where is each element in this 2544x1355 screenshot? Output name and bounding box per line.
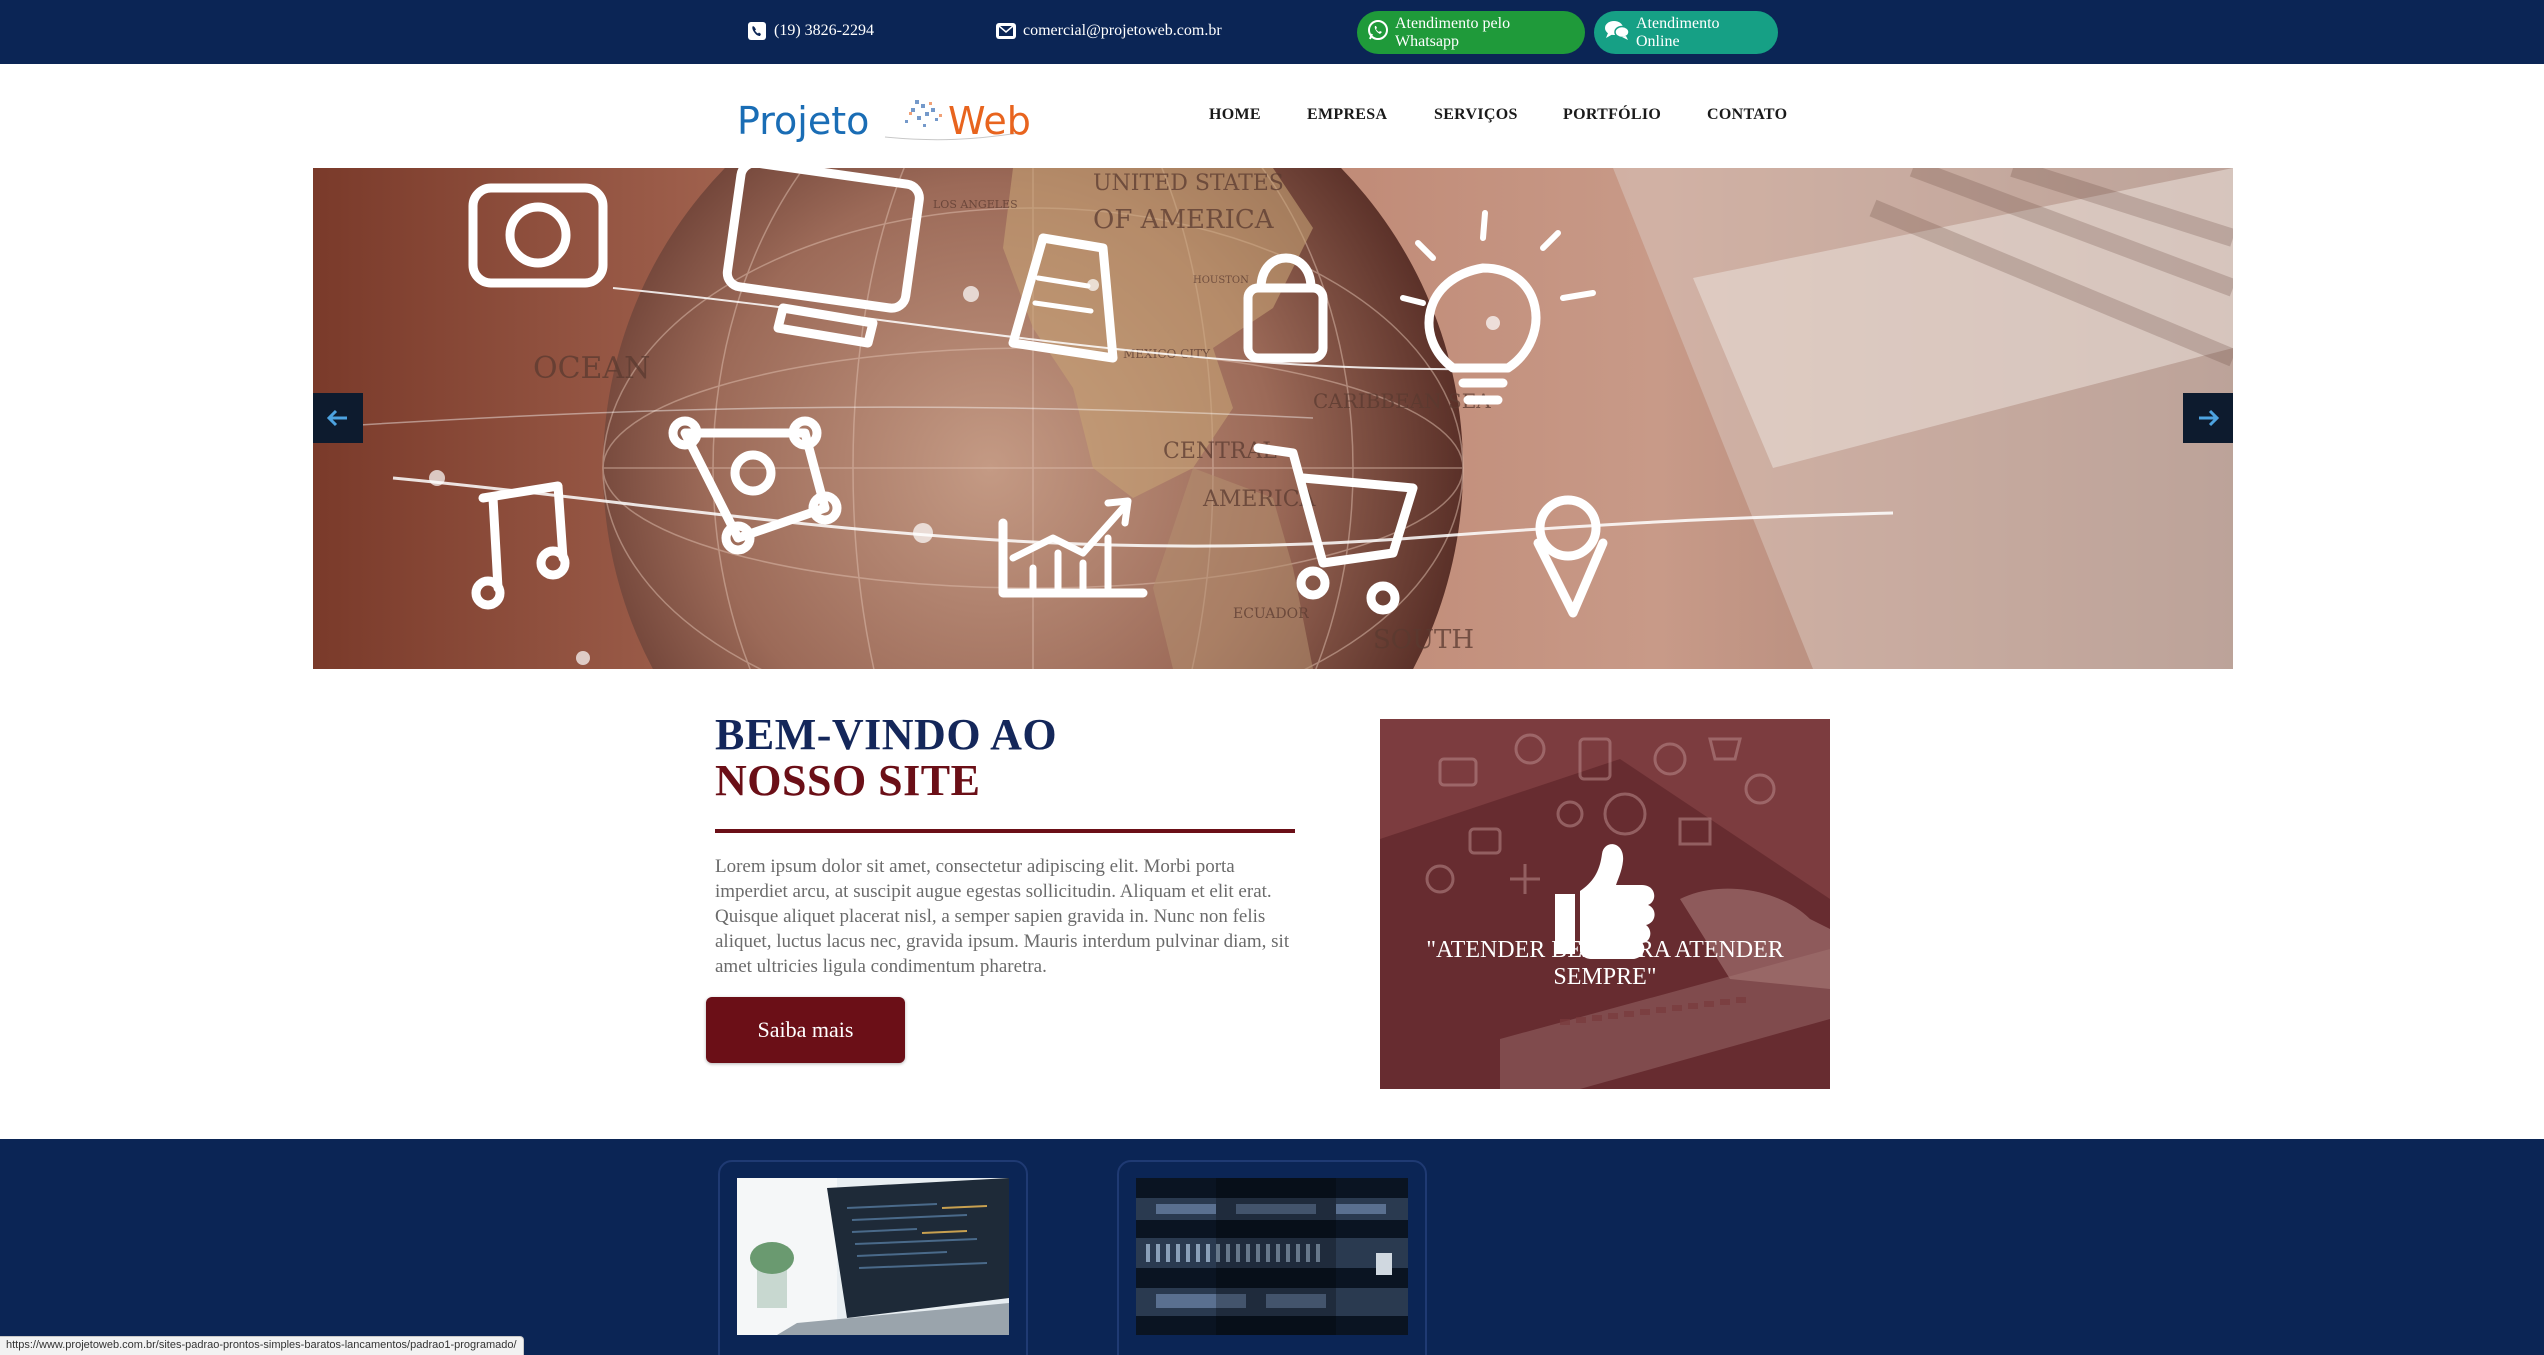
svg-text:Web: Web [948,99,1031,143]
whatsapp-button[interactable]: Atendimento pelo Whatsapp [1357,11,1585,54]
svg-text:UNITED STATES: UNITED STATES [1093,171,1284,196]
projetoweb-logo[interactable]: Projeto Web [735,82,1060,152]
svg-text:SOUTH: SOUTH [1373,625,1474,655]
svg-text:LOS ANGELES: LOS ANGELES [933,198,1018,211]
welcome-body-text: Lorem ipsum dolor sit amet, consectetur … [715,856,1290,977]
arrow-left-icon [327,409,347,427]
nav-contato[interactable]: CONTATO [1707,106,1787,124]
browser-status-bar: https://www.projetoweb.com.br/sites-padr… [0,1336,524,1355]
service-card-1-image [737,1178,1009,1335]
service-card-2[interactable] [1117,1160,1427,1355]
svg-text:Projeto: Projeto [737,99,869,143]
whatsapp-icon [1367,19,1389,46]
arrow-right-icon [2199,409,2219,427]
nav-empresa[interactable]: EMPRESA [1307,106,1387,124]
email-contact[interactable]: comercial@projetoweb.com.br [995,20,1222,42]
saiba-mais-button[interactable]: Saiba mais [706,997,905,1063]
service-card-2-image [1136,1178,1408,1335]
top-bar: (19) 3826-2294 comercial@projetoweb.com.… [0,0,2544,64]
email-icon [995,20,1017,42]
whatsapp-label: Atendimento pelo Whatsapp [1395,14,1511,50]
hero-banner: UNITED STATES OF AMERICA CARIBBEAN SEA C… [313,168,2233,669]
nav-portfolio[interactable]: PORTFÓLIO [1563,106,1661,124]
site-header: Projeto Web HOME EMPRESA SERVIÇOS PORTFÓ… [0,64,2544,168]
phone-icon [746,20,768,42]
nav-servicos[interactable]: SERVIÇOS [1434,106,1518,124]
nav-home[interactable]: HOME [1209,106,1261,124]
svg-text:ECUADOR: ECUADOR [1233,606,1309,622]
carousel-prev-button[interactable] [313,393,363,443]
phone-contact[interactable]: (19) 3826-2294 [746,20,874,42]
welcome-title-line1: BEM-VINDO AO [715,710,1058,759]
welcome-title-line2: NOSSO SITE [715,756,981,805]
svg-text:HOUSTON: HOUSTON [1193,275,1249,286]
carousel-next-button[interactable] [2183,393,2233,443]
svg-text:OF AMERICA: OF AMERICA [1093,205,1275,235]
welcome-title: BEM-VINDO AO NOSSO SITE [715,712,1057,804]
quote-text: "ATENDER BEM PARA ATENDER SEMPRE" [1426,937,1784,990]
online-chat-button[interactable]: Atendimento Online [1594,11,1778,54]
online-label: Atendimento Online [1636,14,1720,50]
email-address: comercial@projetoweb.com.br [1023,22,1222,39]
service-card-1[interactable] [718,1160,1028,1355]
chat-icon [1604,19,1630,46]
title-divider [715,829,1295,833]
quote-image-box [1380,719,1830,1089]
phone-number: (19) 3826-2294 [774,22,874,39]
svg-text:OCEAN: OCEAN [533,351,650,386]
